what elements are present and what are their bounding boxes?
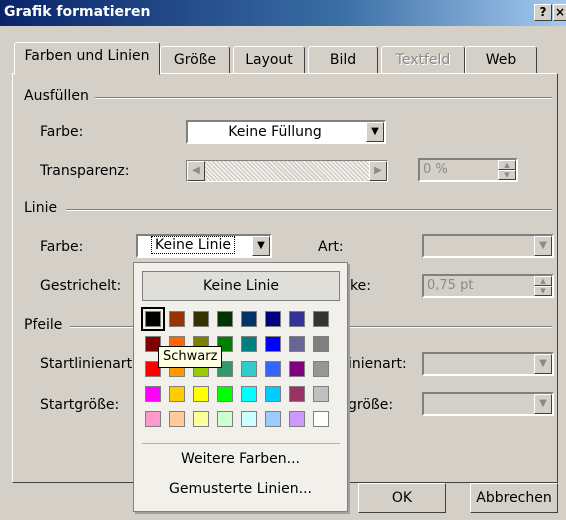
window-title: Grafik formatieren [4, 4, 151, 20]
line-group-label: Linie [24, 200, 64, 216]
color-swatch[interactable] [265, 336, 281, 352]
line-color-label: Farbe: [40, 239, 84, 255]
color-swatch[interactable] [289, 336, 305, 352]
arrows-group-label: Pfeile [24, 317, 69, 333]
color-swatch[interactable] [217, 311, 233, 327]
end-style-label: inienart: [348, 356, 407, 372]
chevron-down-icon[interactable]: ▼ [534, 236, 552, 256]
dashed-label: Gestrichelt: [40, 278, 122, 294]
end-size-dropdown[interactable]: ▼ [422, 392, 554, 416]
color-swatch[interactable] [169, 386, 185, 402]
color-swatch[interactable] [265, 311, 281, 327]
tab-farben-und-linien[interactable]: Farben und Linien [14, 42, 160, 75]
tab-web[interactable]: Web [465, 46, 537, 74]
color-swatch[interactable] [265, 411, 281, 427]
line-weight-spinner[interactable]: 0,75 pt ▲ ▼ [422, 274, 554, 298]
color-tooltip: Schwarz [158, 346, 223, 368]
spin-down-icon[interactable]: ▼ [534, 286, 552, 296]
cancel-button[interactable]: Abbrechen [470, 483, 558, 513]
color-swatch[interactable] [313, 311, 329, 327]
color-swatch[interactable] [313, 336, 329, 352]
fill-group-divider [90, 97, 552, 99]
more-colors-label: Weitere Farben... [181, 451, 300, 467]
color-swatch[interactable] [313, 386, 329, 402]
no-line-button[interactable]: Keine Linie [142, 271, 340, 301]
help-button[interactable]: ? [534, 4, 552, 21]
color-swatch[interactable] [265, 386, 281, 402]
color-swatch[interactable] [193, 386, 209, 402]
close-button[interactable]: × [553, 4, 566, 21]
color-swatch[interactable] [313, 361, 329, 377]
patterned-lines-label: Gemusterte Linien... [169, 481, 312, 497]
chevron-down-icon[interactable]: ▼ [534, 394, 552, 414]
arrow-left-icon[interactable]: ◀ [187, 161, 205, 181]
tab-bild[interactable]: Bild [308, 46, 378, 74]
fill-color-label: Farbe: [40, 124, 84, 140]
transparency-slider[interactable]: ◀ ▶ [186, 160, 388, 182]
line-weight-label: ke: [350, 278, 371, 294]
chevron-down-icon[interactable]: ▼ [252, 236, 270, 256]
transparency-value: 0 % [423, 162, 448, 177]
color-swatch[interactable] [193, 411, 209, 427]
color-swatch[interactable] [145, 386, 161, 402]
ok-button[interactable]: OK [358, 483, 446, 513]
color-swatch[interactable] [241, 386, 257, 402]
color-swatch[interactable] [241, 411, 257, 427]
fill-color-dropdown[interactable]: Keine Füllung ▼ [186, 120, 386, 144]
transparency-spinner[interactable]: 0 % ▲ ▼ [418, 158, 518, 182]
color-swatch[interactable] [169, 411, 185, 427]
color-swatch[interactable] [289, 311, 305, 327]
tab-groesse[interactable]: Größe [160, 46, 230, 74]
color-swatch[interactable] [145, 411, 161, 427]
start-style-label: Startlinienart: [40, 356, 137, 372]
color-swatch[interactable] [217, 386, 233, 402]
chevron-down-icon[interactable]: ▼ [366, 122, 384, 142]
spin-up-icon[interactable]: ▲ [534, 276, 552, 286]
title-bar: Grafik formatieren ? × [0, 0, 566, 26]
transparency-label: Transparenz: [40, 163, 130, 179]
color-swatch[interactable] [169, 311, 185, 327]
color-swatch[interactable] [313, 411, 329, 427]
fill-color-value: Keine Füllung [228, 124, 322, 140]
line-type-dropdown[interactable]: ▼ [422, 234, 554, 258]
fill-group-label: Ausfüllen [24, 88, 95, 104]
arrow-right-icon[interactable]: ▶ [369, 161, 387, 181]
line-color-dropdown[interactable]: Keine Linie ▼ [136, 234, 272, 258]
tab-layout[interactable]: Layout [233, 46, 305, 74]
tab-textfeld[interactable]: Textfeld [381, 46, 465, 74]
color-swatch[interactable] [241, 311, 257, 327]
color-swatch[interactable] [193, 311, 209, 327]
color-swatch[interactable] [289, 411, 305, 427]
color-swatch[interactable] [141, 307, 165, 331]
color-swatch[interactable] [289, 361, 305, 377]
line-type-label: Art: [318, 239, 344, 255]
line-weight-value: 0,75 pt [427, 278, 474, 293]
popup-divider [142, 443, 340, 444]
color-swatch[interactable] [217, 411, 233, 427]
patterned-lines-button[interactable]: Gemusterte Linien... [134, 481, 347, 497]
chevron-down-icon[interactable]: ▼ [534, 354, 552, 374]
color-swatch[interactable] [241, 361, 257, 377]
spin-up-icon[interactable]: ▲ [498, 160, 516, 170]
end-style-dropdown[interactable]: ▼ [422, 352, 554, 376]
spin-down-icon[interactable]: ▼ [498, 170, 516, 180]
line-color-value: Keine Linie [151, 236, 235, 254]
color-swatch[interactable] [241, 336, 257, 352]
start-size-label: Startgröße: [40, 397, 120, 413]
more-colors-button[interactable]: Weitere Farben... [134, 451, 347, 467]
line-group-divider [66, 209, 552, 211]
color-swatch[interactable] [289, 386, 305, 402]
line-color-popup: Keine Linie Weitere Farben... Gemusterte… [133, 262, 348, 512]
color-swatch[interactable] [265, 361, 281, 377]
end-size-label: größe: [348, 397, 394, 413]
